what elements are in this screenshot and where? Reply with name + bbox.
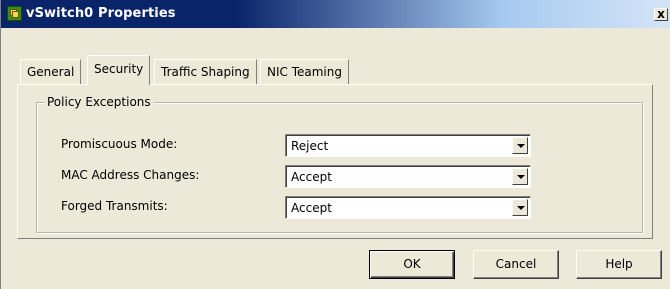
tab-nic-teaming[interactable]: NIC Teaming <box>260 59 349 84</box>
mac-address-changes-label: MAC Address Changes: <box>61 168 200 182</box>
forged-transmits-value: Accept <box>291 201 332 215</box>
chevron-down-icon[interactable] <box>512 199 528 216</box>
tab-security[interactable]: Security <box>87 55 151 85</box>
mac-address-changes-select[interactable]: Accept <box>285 165 531 188</box>
policy-exceptions-label: Policy Exceptions <box>44 95 154 109</box>
promiscuous-mode-label: Promiscuous Mode: <box>61 137 178 151</box>
chevron-down-icon[interactable] <box>512 137 528 154</box>
forged-transmits-select[interactable]: Accept <box>285 196 531 219</box>
cancel-button[interactable]: Cancel <box>473 250 559 279</box>
forged-transmits-label: Forged Transmits: <box>61 199 168 213</box>
title-bar[interactable]: vSwitch0 Properties x <box>1 0 670 28</box>
window-title: vSwitch0 Properties <box>26 6 176 21</box>
promiscuous-mode-select[interactable]: Reject <box>285 134 531 157</box>
tab-general[interactable]: General <box>20 59 82 84</box>
tab-traffic-shaping[interactable]: Traffic Shaping <box>154 59 257 84</box>
properties-dialog: vSwitch0 Properties x General Security T… <box>0 0 670 289</box>
chevron-down-icon[interactable] <box>512 168 528 185</box>
promiscuous-mode-value: Reject <box>291 139 329 153</box>
mac-address-changes-value: Accept <box>291 170 332 184</box>
close-button[interactable]: x <box>654 8 668 21</box>
vmware-network-icon <box>7 6 22 21</box>
ok-button[interactable]: OK <box>369 250 455 279</box>
help-button[interactable]: Help <box>576 250 662 279</box>
